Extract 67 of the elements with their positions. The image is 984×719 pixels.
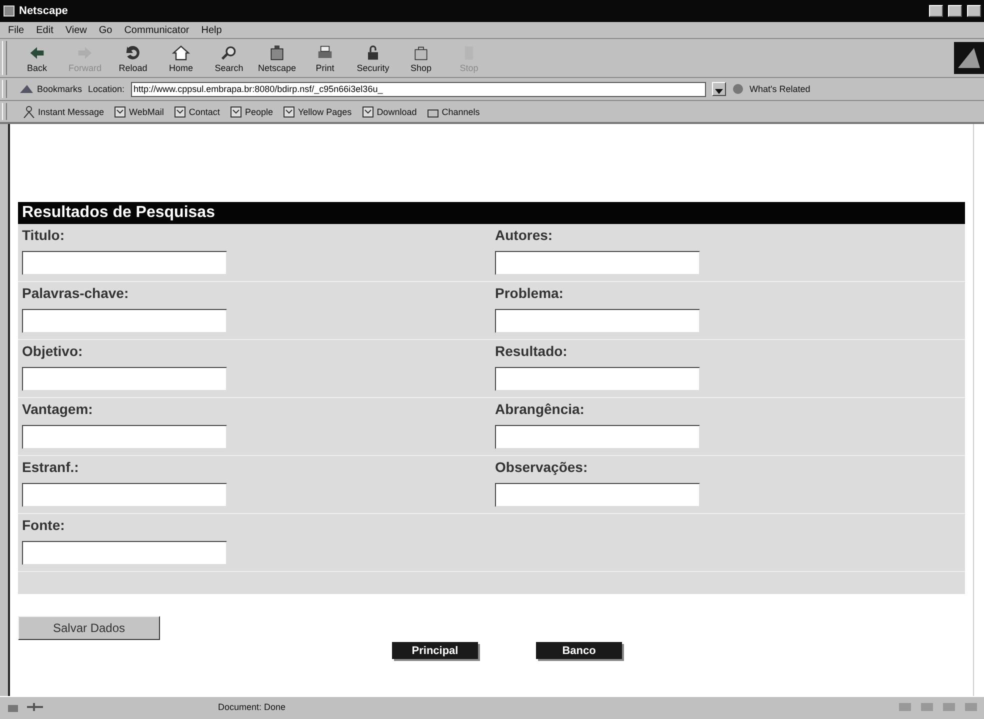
toolbar-button[interactable]: Security	[349, 43, 397, 73]
bookmark-icon	[174, 106, 186, 118]
caret-icon	[714, 89, 723, 95]
personal-toolbar-item[interactable]: People	[230, 106, 273, 118]
toolbar-button[interactable]: Print	[301, 43, 349, 73]
personal-toolbar-item[interactable]: Download	[362, 106, 417, 118]
location-label: Location:	[88, 84, 125, 94]
minimize-button[interactable]	[929, 5, 943, 17]
field-label: Vantagem:	[22, 401, 94, 417]
menu-item[interactable]: File	[8, 24, 24, 36]
field-label: Autores:	[495, 227, 554, 243]
dropdown-button[interactable]	[712, 82, 726, 96]
field-label: Fonte:	[22, 517, 66, 533]
bookmark-icon	[230, 106, 242, 118]
person-icon	[23, 106, 35, 118]
field-label: Problema:	[495, 285, 564, 301]
toolbar-button[interactable]: Shop	[397, 43, 445, 73]
toolbar-button[interactable]: Home	[157, 43, 205, 73]
bookmarks-icon	[19, 83, 35, 95]
maximize-button[interactable]	[948, 5, 962, 17]
input-field[interactable]	[22, 367, 227, 391]
toolbar-button[interactable]: Reload	[109, 43, 157, 73]
field-label: Observações:	[495, 459, 589, 475]
input-field[interactable]	[22, 483, 227, 507]
nav-button[interactable]: Principal	[392, 642, 478, 659]
menu-item[interactable]: View	[65, 24, 87, 36]
window-title: Netscape	[19, 5, 68, 17]
personal-toolbar-item[interactable]: Yellow Pages	[282, 106, 352, 118]
toolbar-button[interactable]: Netscape	[253, 43, 301, 73]
field-label: Objetivo:	[22, 343, 84, 359]
nav-button[interactable]: Banco	[536, 642, 622, 659]
bookmark-icon	[282, 106, 295, 118]
menu-item[interactable]: Edit	[36, 24, 54, 36]
field-label: Palavras-chave:	[22, 285, 130, 301]
input-field[interactable]	[495, 483, 700, 507]
bookmarks-button[interactable]: Bookmarks	[19, 83, 82, 95]
house-icon	[170, 43, 192, 63]
status-text: Document: Done	[218, 702, 286, 712]
bookmark-icon	[114, 106, 126, 118]
field-label: Titulo:	[22, 227, 66, 243]
personal-toolbar-item[interactable]: Contact	[174, 106, 220, 118]
personal-toolbar-item[interactable]: Instant Message	[23, 106, 104, 118]
whats-related-button[interactable]: What's Related	[732, 83, 810, 95]
menu-item[interactable]: Communicator	[124, 24, 190, 36]
personal-toolbar-item[interactable]: WebMail	[114, 106, 164, 118]
input-field[interactable]	[22, 251, 227, 275]
menu-item[interactable]: Go	[98, 24, 112, 36]
personal-toolbar-item[interactable]: Channels	[426, 106, 480, 118]
location-field[interactable]: http://www.cppsul.embrapa.br:8080/bdirp.nsf/_c95n66i3el36u_	[130, 82, 706, 96]
input-field[interactable]	[22, 541, 227, 565]
field-label: Abrangência:	[495, 401, 586, 417]
save-button[interactable]: Salvar Dados	[18, 616, 160, 640]
input-field[interactable]	[22, 425, 227, 449]
input-field[interactable]	[495, 251, 700, 275]
section-header: Resultados de Pesquisas	[18, 202, 965, 224]
field-label: Estranf.:	[22, 459, 80, 475]
bookmark-icon	[362, 106, 374, 118]
input-field[interactable]	[22, 309, 227, 333]
app-icon	[3, 5, 15, 17]
toolbar-button[interactable]: Search	[205, 43, 253, 73]
input-field[interactable]	[495, 425, 700, 449]
input-field[interactable]	[495, 367, 700, 391]
field-label: Resultado:	[495, 343, 568, 359]
input-field[interactable]	[495, 309, 700, 333]
close-button[interactable]	[967, 5, 981, 17]
toolbar-button[interactable]: Back	[13, 43, 61, 73]
menu-item[interactable]: Help	[201, 24, 222, 36]
